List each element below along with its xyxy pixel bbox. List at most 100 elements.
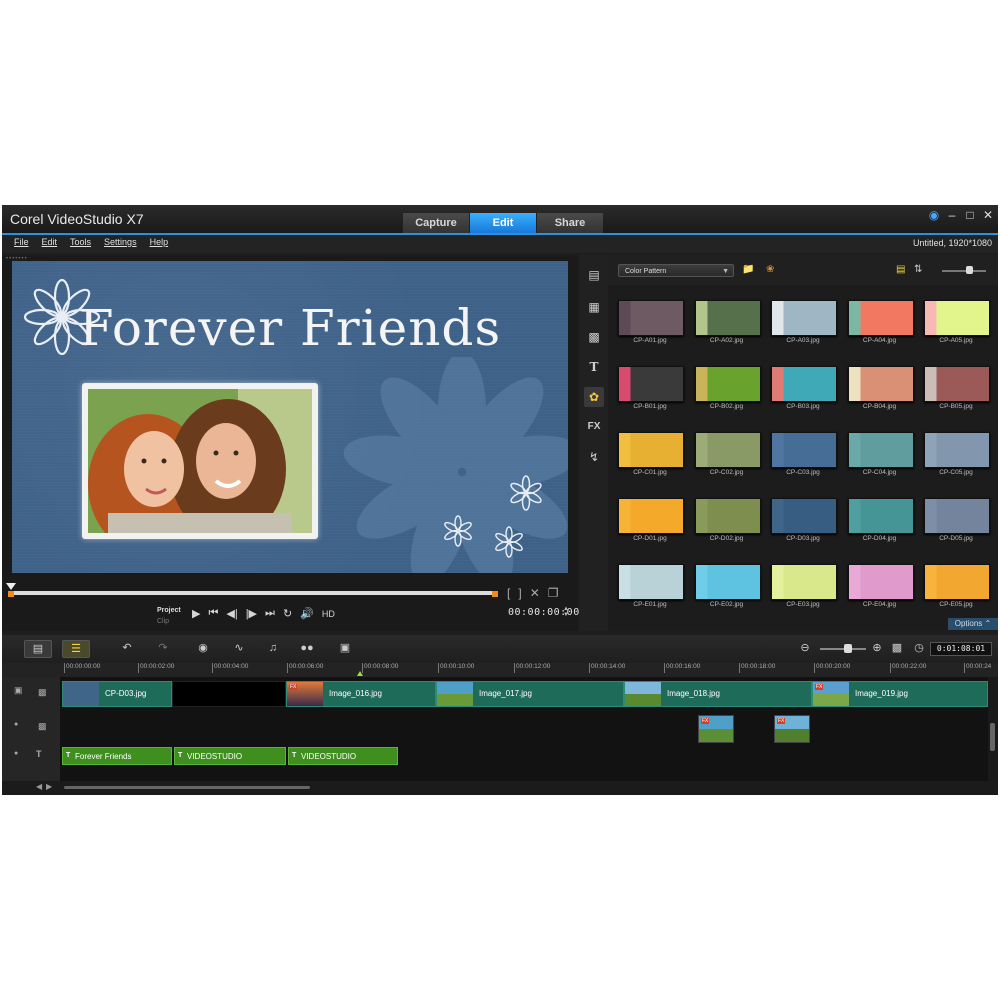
title-clip[interactable]: T VIDEOSTUDIO xyxy=(288,747,398,765)
library-thumbnail[interactable]: CP-E04.jpg xyxy=(844,549,922,615)
overlay-clip[interactable]: FX xyxy=(774,715,810,743)
repeat-icon[interactable]: ↻ xyxy=(283,607,292,620)
library-thumbnail[interactable]: CP-B01.jpg xyxy=(614,351,692,417)
options-button[interactable]: Options ⌃ xyxy=(948,618,998,630)
menu-help[interactable]: Help xyxy=(150,237,169,247)
minimize-icon[interactable]: – xyxy=(946,208,958,222)
video-clip[interactable]: Image_018.jpg xyxy=(624,681,812,707)
timeline-ruler[interactable]: 00:00:00:00 00:00:02:00 00:00:04:00 00:00:0… xyxy=(2,663,998,678)
undo-icon[interactable]: ↶ xyxy=(114,640,140,656)
end-icon[interactable]: ⏭ xyxy=(265,607,275,620)
scrubber-start-marker[interactable] xyxy=(6,583,16,590)
library-thumbnail[interactable]: CP-D01.jpg xyxy=(614,483,692,549)
library-thumbnail[interactable]: CP-D04.jpg xyxy=(844,483,922,549)
title-icon[interactable]: T xyxy=(584,357,604,377)
scroll-right-icon[interactable]: ▶ xyxy=(46,782,52,791)
storyboard-view-icon[interactable]: ▤ xyxy=(24,640,52,658)
library-thumbnail[interactable]: CP-E02.jpg xyxy=(691,549,769,615)
library-thumbnail[interactable]: CP-C03.jpg xyxy=(767,417,845,483)
tab-share[interactable]: Share xyxy=(536,213,603,233)
library-thumbnail[interactable]: CP-E01.jpg xyxy=(614,549,692,615)
thumbnail-size-slider[interactable] xyxy=(942,270,986,272)
mode-clip[interactable]: Clip xyxy=(157,616,181,627)
library-thumbnail[interactable]: CP-B05.jpg xyxy=(920,351,998,417)
filter-icon[interactable]: FX xyxy=(584,417,604,437)
play-icon[interactable]: ▶ xyxy=(192,607,200,620)
transition-icon[interactable]: ▩ xyxy=(584,327,604,347)
home-icon[interactable]: ⏮ xyxy=(208,607,218,620)
track-visibility-icon[interactable]: ● xyxy=(14,750,18,757)
close-icon[interactable]: ✕ xyxy=(982,208,994,222)
playback-scrubber[interactable] xyxy=(10,591,498,595)
instant-project-icon[interactable]: ▦ xyxy=(584,297,604,317)
horizontal-scroll-thumb[interactable] xyxy=(64,786,310,789)
library-thumbnail[interactable]: CP-A03.jpg xyxy=(767,285,845,351)
library-thumbnail[interactable]: CP-D02.jpg xyxy=(691,483,769,549)
preview-window[interactable]: Forever Friends xyxy=(12,261,568,573)
redo-icon[interactable]: ↷ xyxy=(150,640,176,656)
folder-icon[interactable]: 📁 xyxy=(742,264,754,275)
mark-in-icon[interactable]: [ xyxy=(507,586,510,600)
library-thumbnail[interactable]: CP-C02.jpg xyxy=(691,417,769,483)
play-mode-switch[interactable]: Project Clip xyxy=(157,605,181,627)
preview-timecode[interactable]: 00:00:00:00 xyxy=(508,607,580,618)
timecode-stepper-icon[interactable]: ▲ ▼ xyxy=(563,606,569,618)
zoom-slider-knob[interactable] xyxy=(844,644,852,653)
list-view-icon[interactable]: ▤ xyxy=(896,264,905,275)
split-clip-icon[interactable]: ✕ xyxy=(530,586,540,600)
trim-in-marker[interactable] xyxy=(8,591,14,597)
library-thumbnail[interactable]: CP-A02.jpg xyxy=(691,285,769,351)
globe-icon[interactable]: ◉ xyxy=(928,208,940,222)
menu-tools[interactable]: Tools xyxy=(70,237,91,247)
path-icon[interactable]: ↯ xyxy=(584,447,604,467)
library-thumbnail[interactable]: CP-B04.jpg xyxy=(844,351,922,417)
volume-icon[interactable]: 🔊 xyxy=(300,607,314,620)
zoom-slider[interactable] xyxy=(820,648,866,650)
timeline-view-icon[interactable]: ☰ xyxy=(62,640,90,658)
overlay-clip[interactable]: FX xyxy=(698,715,734,743)
library-thumbnail[interactable]: CP-A05.jpg xyxy=(920,285,998,351)
title-clip[interactable]: T VIDEOSTUDIO xyxy=(174,747,286,765)
media-icon[interactable]: ▤ xyxy=(584,265,604,285)
track-visibility-icon[interactable]: ▣ xyxy=(14,685,23,696)
library-thumbnail[interactable]: CP-A01.jpg xyxy=(614,285,692,351)
sound-mixer-icon[interactable]: ∿ xyxy=(226,640,252,656)
menu-settings[interactable]: Settings xyxy=(104,237,137,247)
library-thumbnail[interactable]: CP-C04.jpg xyxy=(844,417,922,483)
auto-music-icon[interactable]: ♫ xyxy=(260,640,286,656)
black-color-clip[interactable] xyxy=(172,681,286,707)
previous-frame-icon[interactable]: ◀| xyxy=(226,607,237,620)
thumbnail-size-knob[interactable] xyxy=(966,266,973,274)
library-thumbnail[interactable]: CP-C05.jpg xyxy=(920,417,998,483)
next-frame-icon[interactable]: |▶ xyxy=(246,607,257,620)
library-thumbnail[interactable]: CP-D05.jpg xyxy=(920,483,998,549)
tab-edit[interactable]: Edit xyxy=(469,213,536,233)
sort-icon[interactable]: ⇅ xyxy=(914,264,922,275)
motion-tracking-icon[interactable]: ●● xyxy=(294,640,320,656)
track-visibility-icon[interactable]: ● xyxy=(14,721,18,728)
library-thumbnail[interactable]: CP-E03.jpg xyxy=(767,549,845,615)
video-clip[interactable]: FX Image_016.jpg xyxy=(286,681,436,707)
mode-project[interactable]: Project xyxy=(157,605,181,616)
video-clip[interactable]: Image_017.jpg xyxy=(436,681,624,707)
library-thumbnail[interactable]: CP-C01.jpg xyxy=(614,417,692,483)
timeline-vertical-scrollbar[interactable] xyxy=(988,677,998,781)
library-thumbnail[interactable]: CP-B03.jpg xyxy=(767,351,845,417)
hd-preview-button[interactable]: HD xyxy=(322,609,335,619)
trim-out-marker[interactable] xyxy=(492,591,498,597)
enlarge-preview-icon[interactable]: ❐ xyxy=(548,586,559,600)
library-thumbnail[interactable]: CP-D03.jpg xyxy=(767,483,845,549)
tab-capture[interactable]: Capture xyxy=(402,213,469,233)
scroll-left-icon[interactable]: ◀ xyxy=(36,782,42,791)
library-thumbnail[interactable]: CP-B02.jpg xyxy=(691,351,769,417)
gallery-icon[interactable]: ❀ xyxy=(766,264,774,275)
video-clip[interactable]: FX Image_019.jpg xyxy=(812,681,988,707)
subtitle-editor-icon[interactable]: ▣ xyxy=(332,640,358,656)
video-clip[interactable]: CP-D03.jpg xyxy=(62,681,172,707)
zoom-out-icon[interactable]: ⊖ xyxy=(792,640,818,656)
graphic-icon[interactable]: ✿ xyxy=(584,387,604,407)
record-capture-icon[interactable]: ◉ xyxy=(190,640,216,656)
menu-file[interactable]: File xyxy=(14,237,29,247)
title-clip[interactable]: T Forever Friends xyxy=(62,747,172,765)
menu-edit[interactable]: Edit xyxy=(42,237,58,247)
